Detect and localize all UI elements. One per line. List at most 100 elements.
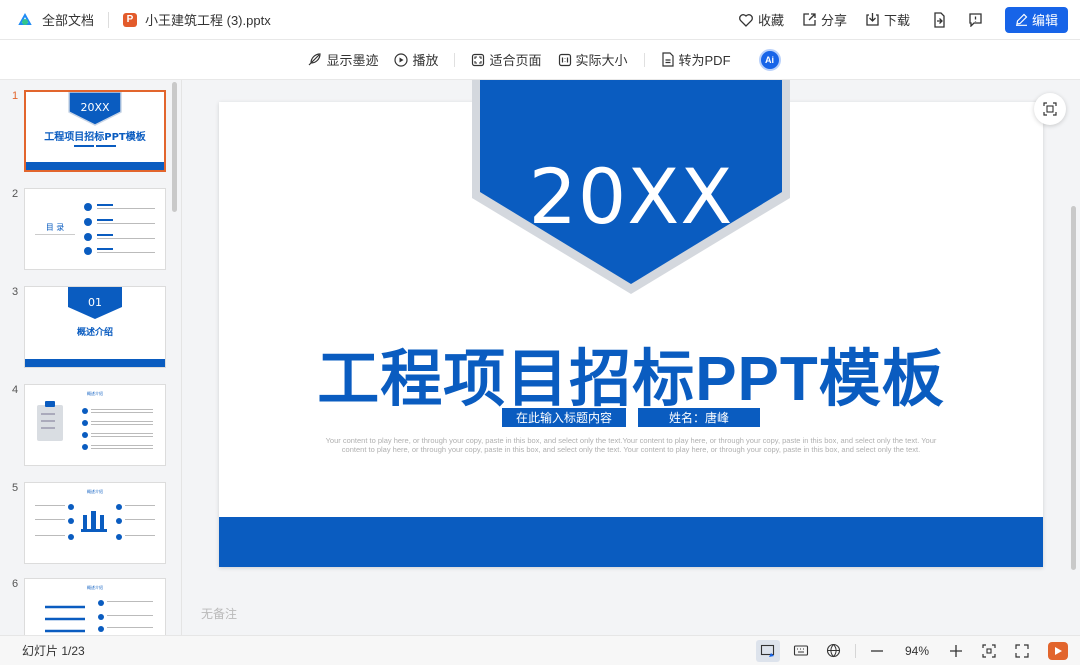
thumbnail-5-art: 概述介绍 xyxy=(35,488,155,540)
divider xyxy=(108,11,110,28)
thumbnail-2-art: 目 录 xyxy=(35,203,155,255)
show-ink-label: 显示墨迹 xyxy=(326,53,379,68)
thumbnail-slide-3[interactable]: 01 概述介绍 xyxy=(24,286,166,368)
export-button[interactable] xyxy=(932,11,946,28)
slide-viewer: 20XX 工程项目招标PPT模板 在此输入标题内容 姓名：唐峰 Your con… xyxy=(183,80,1080,635)
edit-button[interactable]: 编辑 xyxy=(1004,6,1068,33)
heart-icon xyxy=(739,13,753,27)
thumbnail-scrollbar[interactable] xyxy=(172,82,177,212)
thumbnail-slide-5[interactable]: 概述介绍 xyxy=(24,482,166,564)
thumbnail-2-title: 目 录 xyxy=(46,223,65,232)
slide-body-text: Your content to play here, or through yo… xyxy=(325,436,937,454)
play-button[interactable]: 播放 xyxy=(394,50,438,69)
download-icon xyxy=(866,13,879,26)
fit-page-button[interactable]: 适合页面 xyxy=(471,50,542,69)
zoom-level: 94% xyxy=(904,643,929,658)
thumbnail-number: 5 xyxy=(12,482,19,494)
thumbnail-slide-1[interactable]: 20XX 工程项目招标PPT模板 xyxy=(24,90,166,172)
divider xyxy=(454,52,456,67)
notes-view-button[interactable] xyxy=(755,639,780,662)
thumbnail-number: 6 xyxy=(12,578,19,590)
thumbnail-6-art: 概述介绍 xyxy=(44,584,153,633)
top-bar: 全部文档 P 小王建筑工程 (3).pptx 收藏 分享 下载 编辑 xyxy=(0,0,1080,40)
thumbnail-row: 1 20XX 工程项目招标PPT模板 xyxy=(0,90,180,174)
thumbnail-slide-6[interactable]: 概述介绍 xyxy=(24,578,166,635)
ai-assistant-button[interactable]: Ai xyxy=(758,48,781,71)
thumbnail-row: 3 01 概述介绍 xyxy=(0,286,180,370)
pptx-file-icon: P xyxy=(123,12,138,27)
view-toolbar: 显示墨迹 播放 适合页面 实际大小 转为PDF Ai xyxy=(0,40,1080,80)
thumbnail-3-title: 概述介绍 xyxy=(77,326,113,338)
actual-size-button[interactable]: 实际大小 xyxy=(558,50,628,69)
download-button[interactable]: 下载 xyxy=(865,10,910,29)
author-pill: 姓名：唐峰 xyxy=(638,408,760,427)
slide-badge-text: 20XX xyxy=(528,152,734,241)
feather-icon xyxy=(309,53,322,66)
favorite-button[interactable]: 收藏 xyxy=(738,10,784,29)
slide-counter: 幻灯片 1/23 xyxy=(22,644,85,658)
slideshow-play-button[interactable] xyxy=(1048,641,1068,660)
export-icon xyxy=(934,11,945,28)
thumbnail-4-title: 概述介绍 xyxy=(87,390,103,396)
thumbnail-6-title: 概述介绍 xyxy=(87,584,103,590)
thumbnail-slide-2[interactable]: 目 录 xyxy=(24,188,166,270)
thumbnail-row: 4 概述介绍 xyxy=(0,384,180,468)
actual-size-icon xyxy=(558,53,571,66)
focus-icon xyxy=(982,643,996,658)
fullscreen-icon xyxy=(1015,643,1029,658)
thumbnail-row: 5 概述介绍 xyxy=(0,482,180,566)
thumbnail-1-badge: 20XX xyxy=(80,101,110,114)
pencil-icon xyxy=(1015,13,1028,26)
convert-pdf-button[interactable]: 转为PDF xyxy=(661,50,731,69)
share-button[interactable]: 分享 xyxy=(802,10,847,29)
edit-label: 编辑 xyxy=(1031,13,1058,28)
pdf-icon xyxy=(661,52,674,67)
slide-footer-band xyxy=(219,517,1043,567)
favorite-label: 收藏 xyxy=(757,13,784,28)
show-ink-button[interactable]: 显示墨迹 xyxy=(307,50,378,69)
thumbnail-3-badge: 01 xyxy=(88,296,102,309)
thumbnail-4-art: 概述介绍 xyxy=(37,390,153,450)
divider xyxy=(854,643,856,658)
thumbnail-1-art: 20XX 工程项目招标PPT模板 xyxy=(26,92,164,170)
thumbnail-number: 1 xyxy=(12,90,19,102)
comment-icon xyxy=(969,13,982,27)
thumbnail-3-art: 01 概述介绍 xyxy=(25,287,165,367)
minus-icon xyxy=(870,649,883,652)
language-button[interactable] xyxy=(822,640,846,662)
globe-icon xyxy=(827,643,841,658)
viewer-scrollbar[interactable] xyxy=(1071,206,1076,570)
cloud-icon xyxy=(18,12,32,25)
share-icon xyxy=(803,13,816,26)
all-docs-link[interactable]: 全部文档 xyxy=(42,10,94,29)
document-scan-icon xyxy=(1043,102,1057,116)
thumbnail-slide-4[interactable]: 概述介绍 xyxy=(24,384,166,466)
thumbnail-number: 4 xyxy=(12,384,19,396)
keyboard-icon xyxy=(793,644,809,656)
fullscreen-button[interactable] xyxy=(1010,640,1034,662)
status-bar: 幻灯片 1/23 94% xyxy=(0,635,1080,665)
plus-icon xyxy=(950,644,962,657)
divider xyxy=(643,52,645,67)
comment-button[interactable] xyxy=(968,12,983,27)
subtitle-pill: 在此输入标题内容 xyxy=(502,408,626,427)
slide-thumbnail-panel[interactable]: 1 20XX 工程项目招标PPT模板 2 目 录 3 01 概述介绍 4 概述介… xyxy=(0,80,182,635)
speaker-notes: 无备注 xyxy=(201,607,238,621)
share-label: 分享 xyxy=(820,13,847,28)
thumbnail-1-title: 工程项目招标PPT模板 xyxy=(44,130,146,143)
actual-size-label: 实际大小 xyxy=(575,53,628,68)
floating-tool-button[interactable] xyxy=(1034,93,1066,125)
play-label: 播放 xyxy=(412,53,439,68)
download-label: 下载 xyxy=(883,13,910,28)
thumbnail-number: 2 xyxy=(12,188,19,200)
convert-pdf-label: 转为PDF xyxy=(678,53,731,68)
play-icon xyxy=(1055,646,1062,655)
slide-title: 工程项目招标PPT模板 xyxy=(317,345,945,414)
thumbnail-number: 3 xyxy=(12,286,19,298)
zoom-out-button[interactable] xyxy=(865,640,889,662)
fit-screen-button[interactable] xyxy=(977,640,1001,662)
zoom-in-button[interactable] xyxy=(944,640,968,662)
fit-page-label: 适合页面 xyxy=(489,53,542,68)
keyboard-button[interactable] xyxy=(789,640,813,662)
thumbnail-5-title: 概述介绍 xyxy=(87,488,103,494)
